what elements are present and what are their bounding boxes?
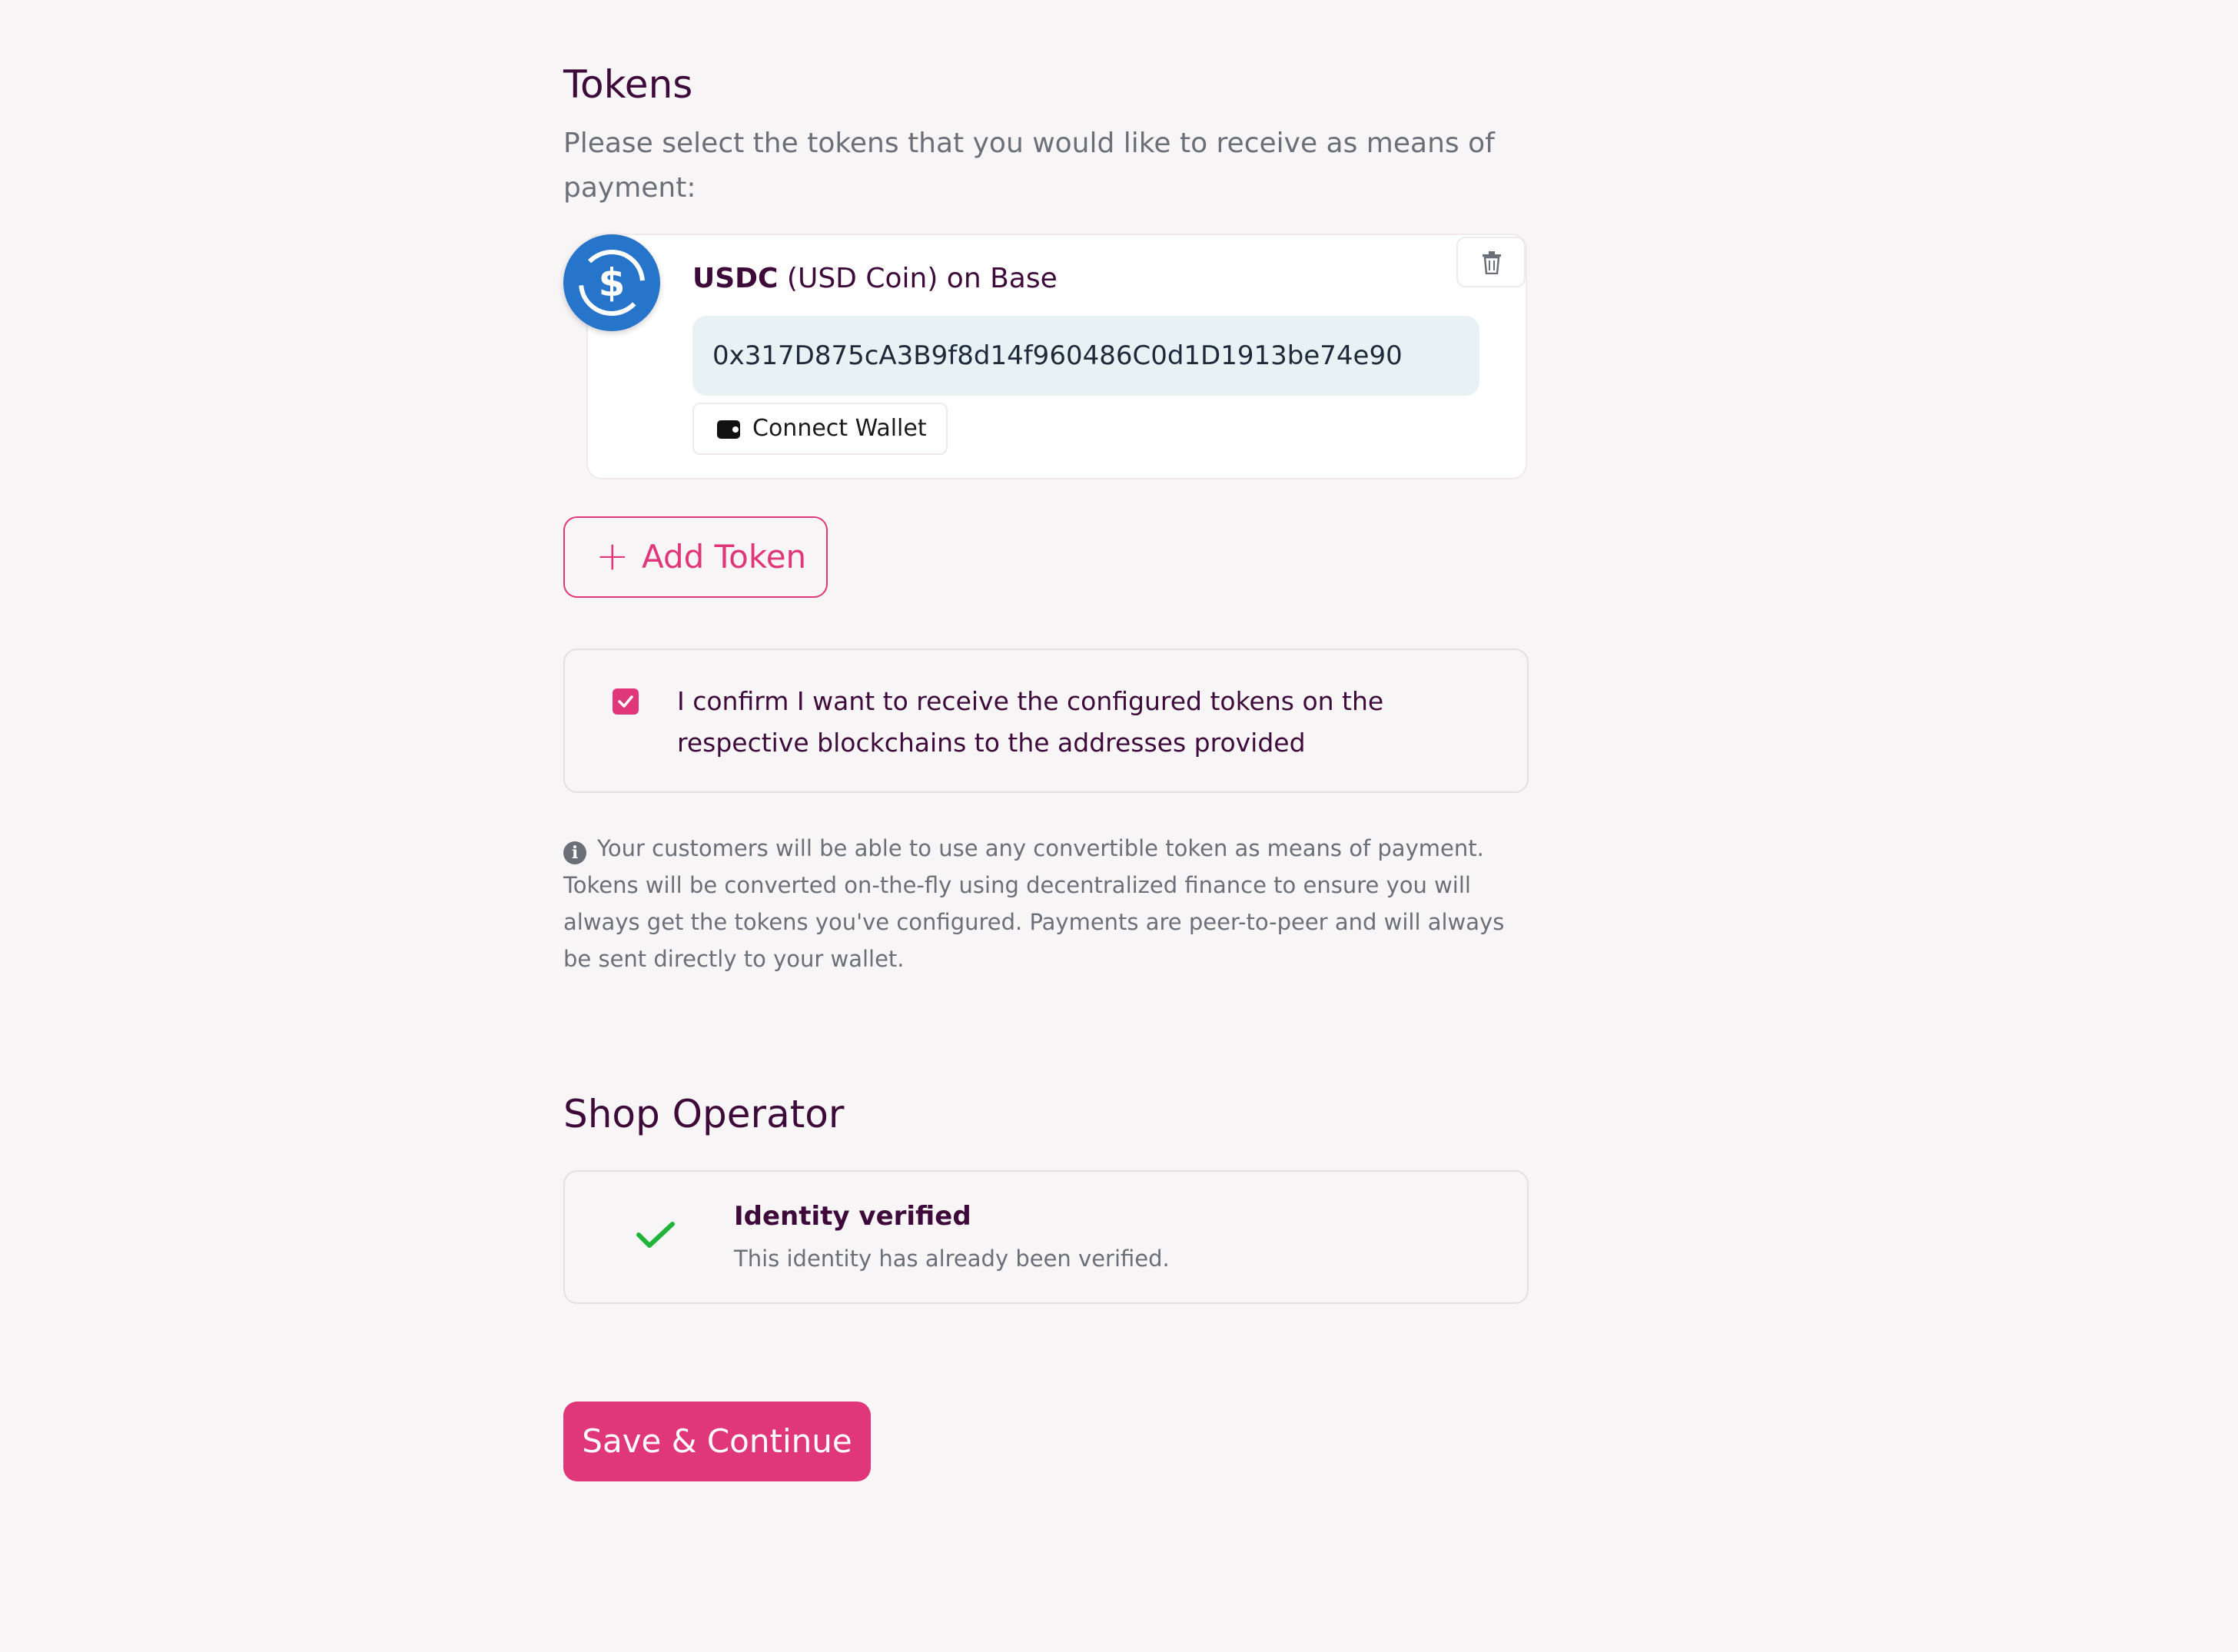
tokens-description: Please select the tokens that you would … [563, 128, 1495, 204]
usdc-coin-icon: $ [563, 234, 660, 331]
identity-verified-box: Identity verified This identity has alre… [563, 1170, 1529, 1304]
identity-verified-subtitle: This identity has already been verified. [734, 1246, 1170, 1272]
svg-text:$: $ [599, 260, 626, 305]
plus-icon: + [596, 533, 629, 579]
wallet-icon [717, 420, 740, 439]
token-symbol: USDC [692, 263, 779, 294]
identity-verified-title: Identity verified [734, 1201, 971, 1232]
connect-wallet-label: Connect Wallet [752, 415, 927, 442]
add-token-button[interactable]: + Add Token [563, 516, 828, 598]
token-name: USDC (USD Coin) on Base [692, 263, 1058, 294]
confirm-label: I confirm I want to receive the configur… [677, 686, 1384, 758]
check-icon [636, 1222, 675, 1248]
connect-wallet-button[interactable]: Connect Wallet [692, 403, 948, 455]
confirm-tokens-box: I confirm I want to receive the configur… [563, 649, 1529, 793]
add-token-label: Add Token [642, 538, 807, 576]
trash-icon [1483, 251, 1501, 274]
info-note: i Your customers will be able to use any … [563, 830, 1529, 977]
shop-operator-heading: Shop Operator [563, 1092, 845, 1136]
info-icon: i [563, 841, 586, 864]
info-text: Your customers will be able to use any c… [563, 835, 1505, 972]
wallet-address-input[interactable] [692, 316, 1479, 396]
save-continue-button[interactable]: Save & Continue [563, 1402, 871, 1481]
confirm-checkbox[interactable] [613, 688, 639, 715]
tokens-heading: Tokens [563, 62, 693, 107]
remove-token-button[interactable] [1456, 237, 1526, 287]
checkmark-icon [618, 695, 633, 708]
token-network: (USD Coin) on Base [786, 263, 1058, 294]
